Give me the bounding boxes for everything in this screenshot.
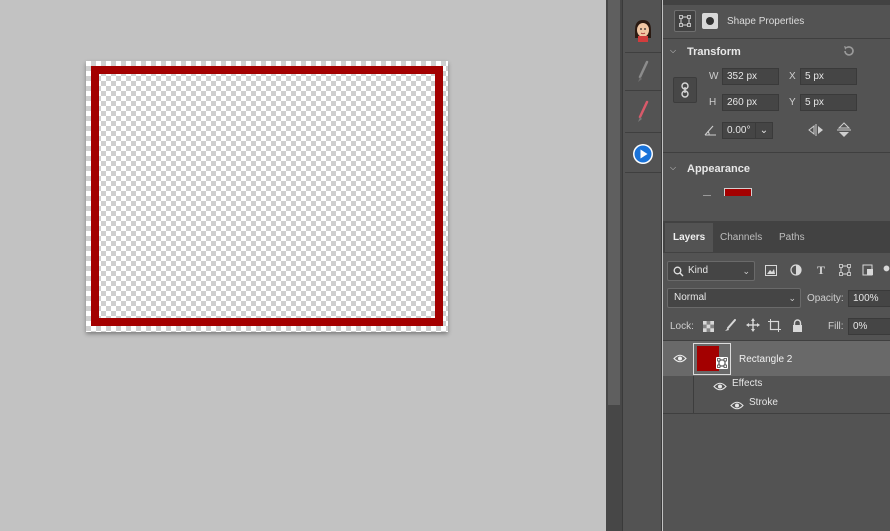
adjustment-layer-filter-icon[interactable]: [789, 263, 803, 277]
flip-vertical-icon[interactable]: [836, 122, 852, 138]
opacity-field[interactable]: 100%: [848, 290, 890, 307]
angle-dropdown-chevron[interactable]: ⌄: [755, 122, 773, 139]
opacity-label: Opacity:: [807, 293, 844, 304]
shape-layer-filter-icon[interactable]: [838, 263, 852, 277]
chevron-down-icon: ⌄: [788, 293, 796, 303]
angle-icon: [703, 124, 717, 136]
lock-label: Lock:: [670, 321, 694, 332]
fill-field[interactable]: 0%: [848, 318, 890, 335]
vertical-scrollbar[interactable]: [606, 0, 622, 531]
document-canvas[interactable]: [86, 61, 448, 332]
link-dimensions-icon[interactable]: [673, 77, 697, 103]
lock-artboard-icon[interactable]: [767, 318, 782, 333]
transform-section-title: Transform: [687, 46, 741, 58]
stroke-effect-label[interactable]: Stroke: [749, 397, 778, 408]
effects-label[interactable]: Effects: [732, 378, 762, 389]
filter-kind-label: Kind: [688, 265, 709, 276]
properties-layers-panel: Shape Properties ⌵ Transform W 352 px X …: [663, 0, 890, 531]
chevron-down-icon: ⌄: [742, 266, 750, 276]
pixel-layer-filter-icon[interactable]: [764, 263, 778, 277]
x-position-field[interactable]: 5 px: [800, 68, 857, 85]
red-brush-icon[interactable]: [625, 94, 661, 130]
properties-header-label: Shape Properties: [727, 16, 805, 27]
rectangle-shape[interactable]: [91, 66, 443, 326]
y-position-field[interactable]: 5 px: [800, 94, 857, 111]
fill-color-swatch[interactable]: [724, 188, 752, 196]
x-label: X: [789, 71, 796, 82]
blend-mode-dropdown[interactable]: Normal ⌄: [667, 288, 801, 308]
canvas-workspace[interactable]: [0, 0, 606, 531]
filter-toggle-icon[interactable]: [883, 261, 890, 277]
avatar-icon[interactable]: [625, 12, 661, 48]
tab-layers[interactable]: Layers: [665, 223, 714, 252]
mask-properties-icon[interactable]: [702, 13, 718, 29]
effects-visibility-eye-icon[interactable]: [712, 380, 728, 392]
appearance-collapse-chevron[interactable]: ⌵: [670, 163, 676, 173]
shape-layer-badge-icon: [716, 357, 728, 369]
fill-type-icon: [703, 195, 711, 196]
type-layer-filter-icon[interactable]: T: [814, 263, 828, 277]
height-field[interactable]: 260 px: [722, 94, 779, 111]
stroke-visibility-eye-icon[interactable]: [729, 399, 745, 411]
appearance-section-title: Appearance: [687, 163, 750, 175]
play-icon[interactable]: [625, 136, 661, 172]
y-label: Y: [789, 97, 796, 108]
transform-collapse-chevron[interactable]: ⌵: [670, 46, 676, 56]
layer-visibility-eye-icon[interactable]: [672, 352, 688, 364]
width-label: W: [709, 71, 719, 82]
tab-paths[interactable]: Paths: [771, 223, 813, 252]
lock-transparent-pixels-icon[interactable]: [701, 319, 715, 333]
lock-all-icon[interactable]: [790, 318, 804, 333]
panel-icon-strip: [622, 0, 662, 531]
smart-object-filter-icon[interactable]: [861, 263, 875, 277]
flip-horizontal-icon[interactable]: [807, 123, 825, 137]
lock-position-icon[interactable]: [745, 317, 761, 333]
panel-top-edge: [663, 0, 890, 5]
lock-image-pixels-icon[interactable]: [723, 318, 737, 333]
fill-label: Fill:: [828, 321, 844, 332]
height-label: H: [709, 97, 717, 108]
width-field[interactable]: 352 px: [722, 68, 779, 85]
layer-name[interactable]: Rectangle 2: [739, 354, 792, 365]
scrollbar-thumb[interactable]: [608, 0, 620, 405]
blend-mode-value: Normal: [674, 292, 707, 303]
shape-properties-icon[interactable]: [674, 10, 696, 32]
search-icon: [672, 264, 684, 278]
reset-transform-icon[interactable]: [841, 43, 857, 59]
brush-icon[interactable]: [625, 54, 661, 90]
tab-channels[interactable]: Channels: [712, 223, 770, 252]
